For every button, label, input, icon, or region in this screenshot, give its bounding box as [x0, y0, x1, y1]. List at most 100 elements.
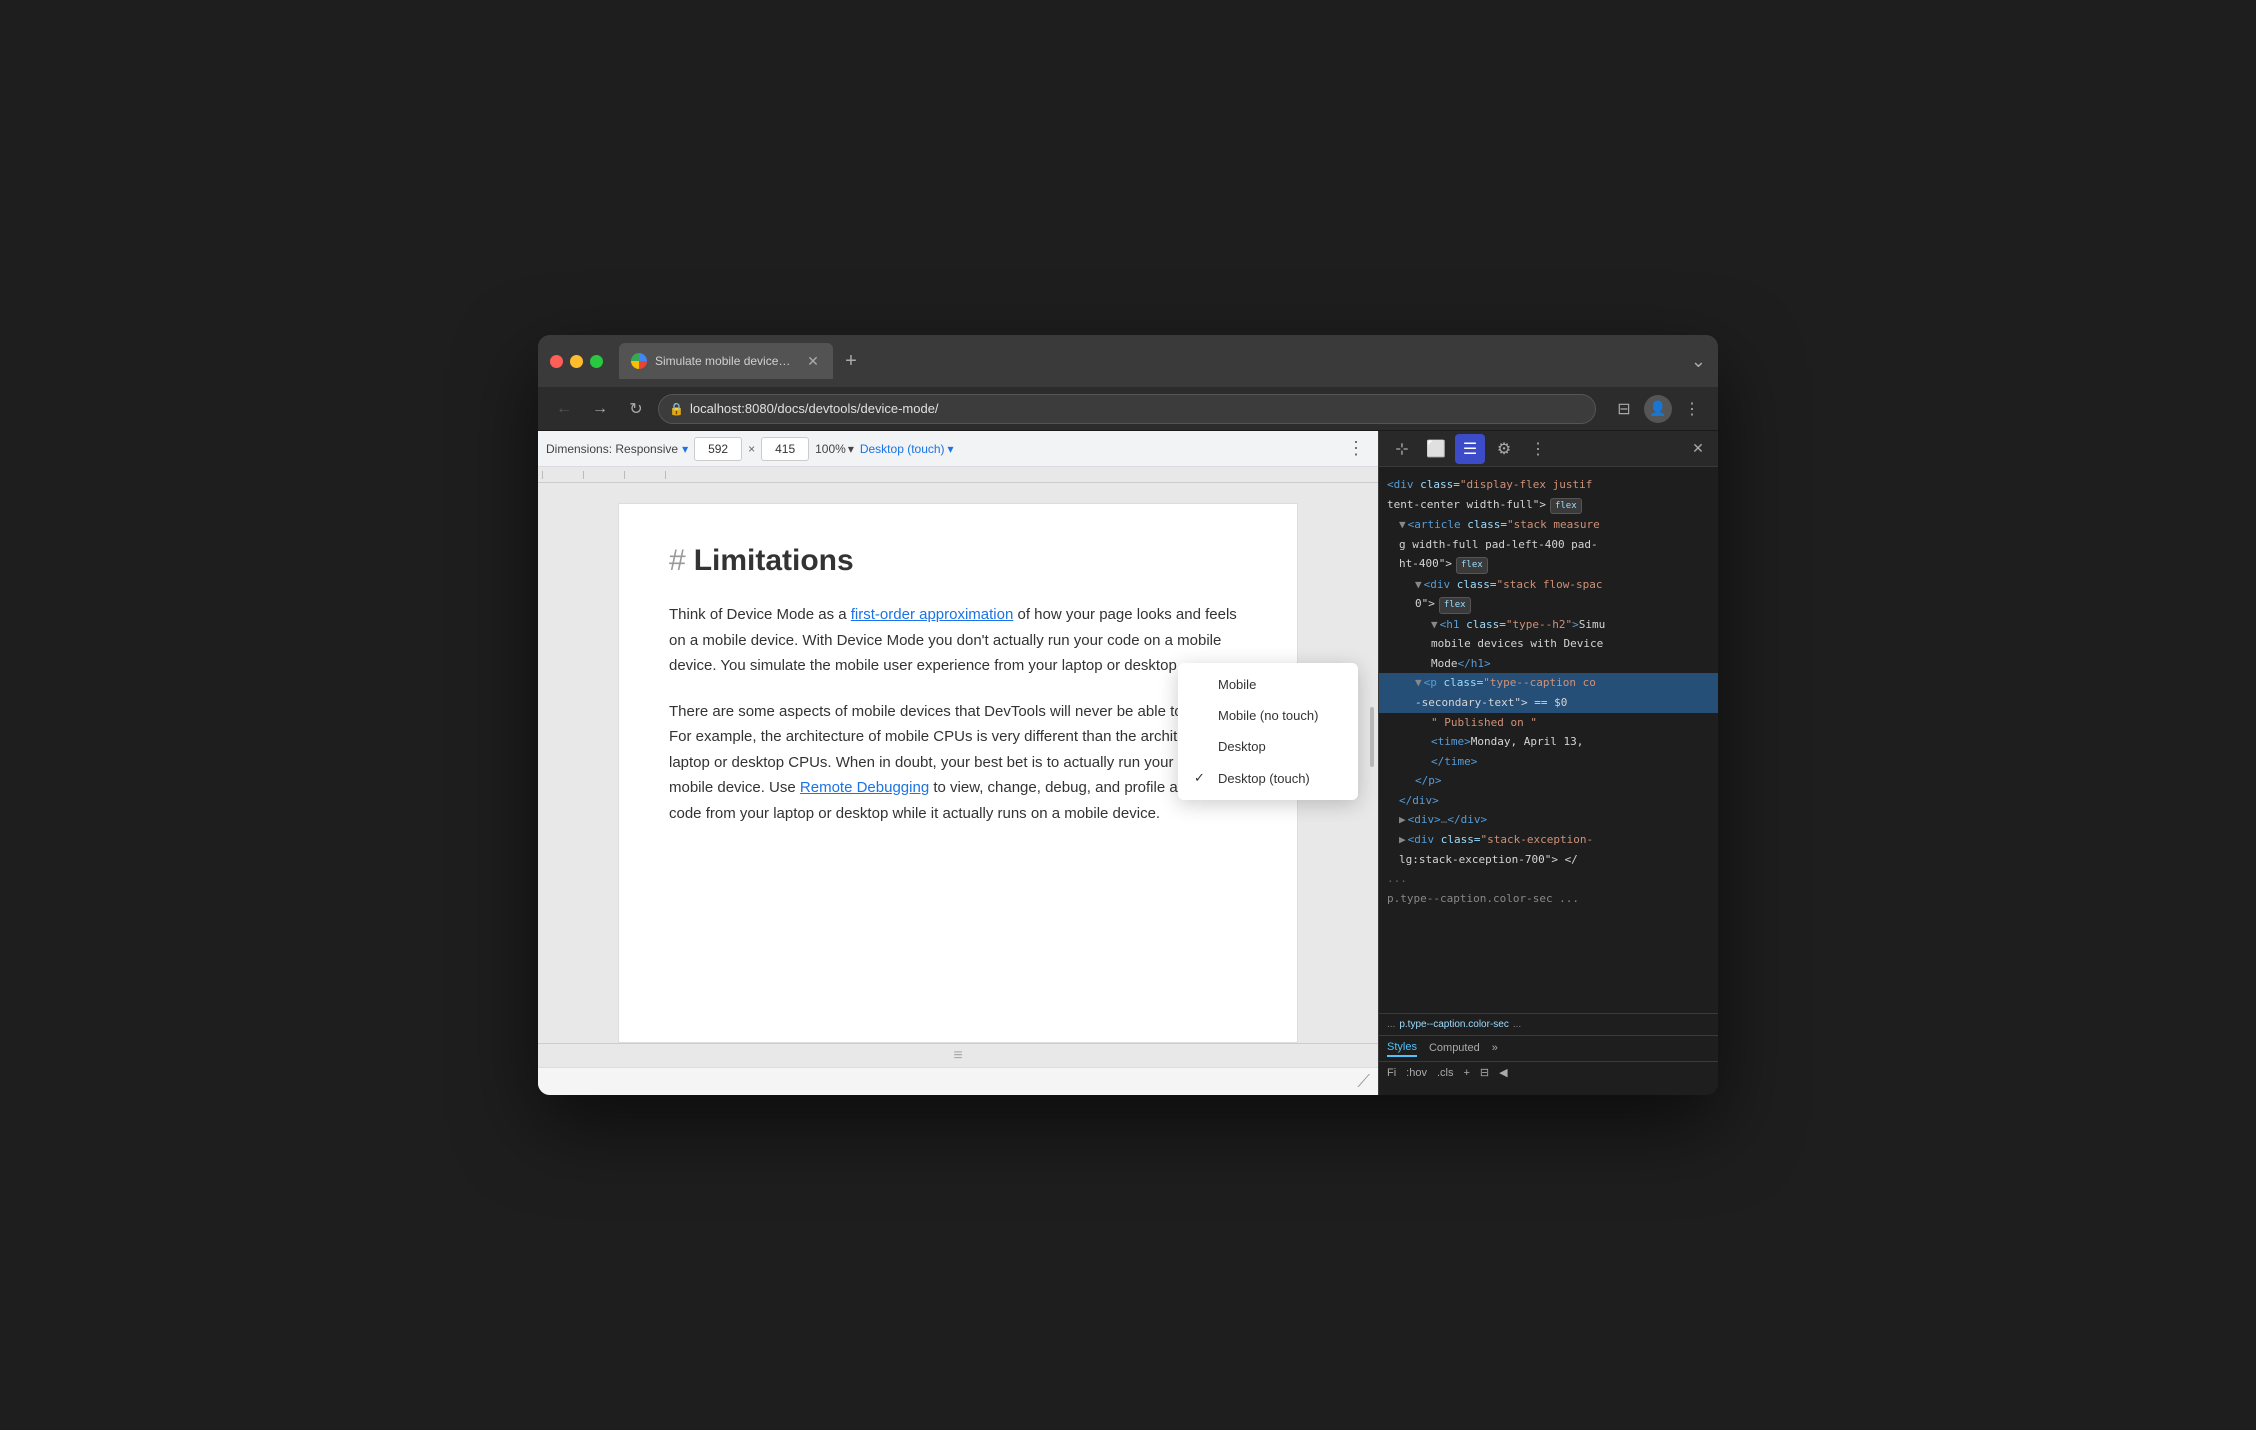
desktop-label: Desktop — [1218, 739, 1266, 754]
dropdown-item-desktop[interactable]: Desktop — [1178, 731, 1358, 762]
dimensions-label: Dimensions: Responsive ▾ — [546, 442, 688, 456]
sidebar-button[interactable]: ◀ — [1499, 1066, 1507, 1079]
mobile-no-touch-label: Mobile (no touch) — [1218, 708, 1318, 723]
html-line-22: p.type--caption.color-sec ... — [1379, 889, 1718, 909]
html-line-10: Mode</h1> — [1379, 654, 1718, 674]
devtools-settings-tab[interactable]: ⚙ — [1489, 434, 1519, 464]
styles-actions: Fi :hov .cls + ⊟ ◀ — [1379, 1062, 1718, 1083]
desktop-touch-label: Desktop (touch) — [1218, 771, 1310, 786]
resize-handle: ≡ — [953, 1047, 962, 1065]
page-footer: ⟋ — [538, 1067, 1378, 1095]
url-bar[interactable]: 🔒 localhost:8080/docs/devtools/device-mo… — [658, 394, 1596, 424]
dropdown-item-desktop-touch[interactable]: ✓ Desktop (touch) — [1178, 762, 1358, 794]
page-heading: # Limitations — [669, 544, 1247, 578]
remote-debugging-link[interactable]: Remote Debugging — [800, 779, 929, 796]
devtools-panel: ⊹ ⬜ ☰ ⚙ ⋮ ✕ <div class="display-flex jus… — [1378, 431, 1718, 1095]
browser-window: Simulate mobile devices with D ✕ + ⌄ ← →… — [538, 335, 1718, 1095]
paragraph-1: Think of Device Mode as a first-order ap… — [669, 602, 1247, 679]
devtools-elements-tab[interactable]: ⬜ — [1421, 434, 1451, 464]
pseudo-button[interactable]: :hov — [1406, 1067, 1427, 1079]
layout-button[interactable]: ⊟ — [1480, 1066, 1489, 1079]
device-type-dropdown: Mobile Mobile (no touch) Desktop ✓ Deskt… — [1178, 663, 1358, 800]
window-controls[interactable]: ⌄ — [1691, 351, 1706, 372]
html-line-3: ▼<article class="stack measure — [1379, 515, 1718, 535]
add-style-button[interactable]: + — [1463, 1067, 1469, 1079]
dimension-separator: × — [748, 442, 755, 456]
html-line-15: </time> — [1379, 752, 1718, 772]
html-line-20: lg:stack-exception-700"> </ — [1379, 850, 1718, 870]
devtools-styles-panel: Styles Computed » Fi :hov .cls + ⊟ ◀ — [1379, 1035, 1718, 1095]
check-desktop-touch: ✓ — [1194, 770, 1210, 786]
styles-tab-styles[interactable]: Styles — [1387, 1041, 1417, 1057]
hash-sign: # — [669, 544, 686, 578]
device-select[interactable]: Desktop (touch) ▾ — [860, 442, 954, 456]
devtools-breadcrumb: ... p.type--caption.color-sec ... — [1379, 1013, 1718, 1035]
dropdown-item-mobile-no-touch[interactable]: Mobile (no touch) — [1178, 700, 1358, 731]
html-line-17: </div> — [1379, 791, 1718, 811]
width-input[interactable] — [694, 437, 742, 461]
devtools-more-tab[interactable]: ⋮ — [1523, 434, 1553, 464]
page-viewport: Dimensions: Responsive ▾ × 100% ▾ Deskto… — [538, 431, 1378, 1095]
browser-content: Dimensions: Responsive ▾ × 100% ▾ Deskto… — [538, 431, 1718, 1095]
html-line-6: ▼<div class="stack flow-spac — [1379, 575, 1718, 595]
html-line-14: <time>Monday, April 13, — [1379, 732, 1718, 752]
page-content: # Limitations Think of Device Mode as a … — [538, 483, 1378, 1043]
new-tab-button[interactable]: + — [837, 347, 865, 375]
html-line-4: g width-full pad-left-400 pad- — [1379, 535, 1718, 555]
html-line-13: " Published on " — [1379, 713, 1718, 733]
footer-right: ⟋ — [1357, 1071, 1370, 1092]
menu-button[interactable]: ⋮ — [1678, 395, 1706, 423]
devtools-cursor-tab[interactable]: ⊹ — [1387, 434, 1417, 464]
breadcrumb-text: ... — [1387, 1019, 1395, 1030]
dropdown-item-mobile[interactable]: Mobile — [1178, 669, 1358, 700]
zoom-select[interactable]: 100% ▾ — [815, 442, 854, 456]
active-tab[interactable]: Simulate mobile devices with D ✕ — [619, 343, 833, 379]
address-bar-actions: ⊟ 👤 ⋮ — [1610, 395, 1706, 423]
devtools-sources-tab[interactable]: ☰ — [1455, 434, 1485, 464]
html-line-5: ht-400">flex — [1379, 554, 1718, 574]
ruler-bar — [538, 467, 1378, 483]
close-button[interactable] — [550, 355, 563, 368]
breadcrumb-more: ... — [1513, 1019, 1521, 1030]
devtools-close-button[interactable]: ✕ — [1686, 437, 1710, 461]
maximize-button[interactable] — [590, 355, 603, 368]
paragraph1-start: Think of Device Mode as a — [669, 606, 851, 623]
cls-button[interactable]: .cls — [1437, 1067, 1454, 1079]
cast-icon[interactable]: ⊟ — [1610, 395, 1638, 423]
traffic-lights — [550, 355, 603, 368]
tab-close-button[interactable]: ✕ — [805, 353, 821, 369]
back-button[interactable]: ← — [550, 395, 578, 423]
html-panel[interactable]: <div class="display-flex justif tent-cen… — [1379, 467, 1718, 1013]
heading-text: Limitations — [694, 544, 854, 578]
address-bar: ← → ↻ 🔒 localhost:8080/docs/devtools/dev… — [538, 387, 1718, 431]
html-line-16: </p> — [1379, 771, 1718, 791]
html-line-11[interactable]: ▼<p class="type--caption co — [1379, 673, 1718, 693]
bottom-bar: ≡ — [538, 1043, 1378, 1067]
html-line-12[interactable]: -secondary-text"> == $0 — [1379, 693, 1718, 713]
html-line-8: ▼<h1 class="type--h2">Simu — [1379, 615, 1718, 635]
tab-favicon — [631, 353, 647, 369]
devtools-toolbar: Dimensions: Responsive ▾ × 100% ▾ Deskto… — [538, 431, 1378, 467]
styles-tab-computed[interactable]: Computed — [1429, 1042, 1480, 1056]
html-line-21: ... — [1379, 869, 1718, 889]
check-mobile-no-touch — [1194, 708, 1210, 723]
check-mobile — [1194, 677, 1210, 692]
security-icon: 🔒 — [669, 402, 684, 416]
html-line-19: ▶<div class="stack-exception- — [1379, 830, 1718, 850]
html-line-1: <div class="display-flex justif — [1379, 475, 1718, 495]
html-line-9: mobile devices with Device — [1379, 634, 1718, 654]
filter-input[interactable]: Fi — [1387, 1067, 1396, 1079]
styles-more-tabs[interactable]: » — [1492, 1042, 1498, 1056]
height-input[interactable] — [761, 437, 809, 461]
toolbar-more-button[interactable]: ⋮ — [1342, 435, 1370, 463]
minimize-button[interactable] — [570, 355, 583, 368]
paragraph-2: There are some aspects of mobile devices… — [669, 699, 1247, 827]
devtools-header: ⊹ ⬜ ☰ ⚙ ⋮ ✕ — [1379, 431, 1718, 467]
tab-title: Simulate mobile devices with D — [655, 354, 795, 368]
check-desktop — [1194, 739, 1210, 754]
first-order-link[interactable]: first-order approximation — [851, 606, 1014, 623]
forward-button[interactable]: → — [586, 395, 614, 423]
user-avatar[interactable]: 👤 — [1644, 395, 1672, 423]
reload-button[interactable]: ↻ — [622, 395, 650, 423]
html-line-2: tent-center width-full">flex — [1379, 495, 1718, 515]
